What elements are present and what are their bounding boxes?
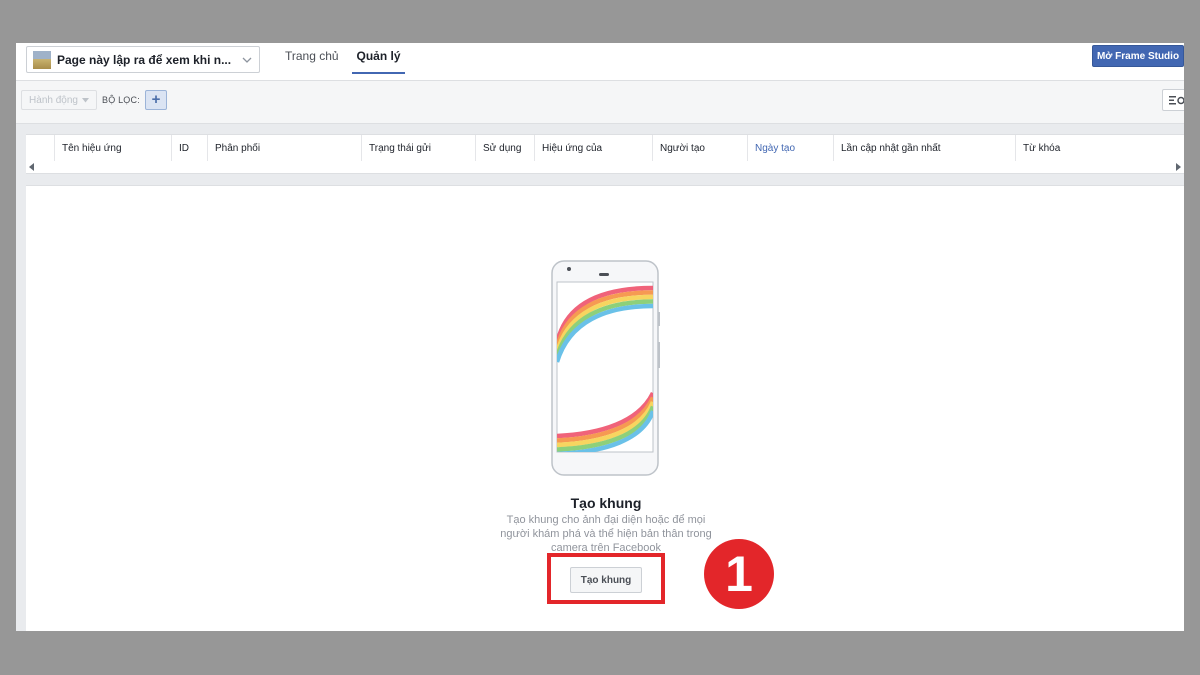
columns-settings-button[interactable] <box>1162 89 1184 111</box>
actions-dropdown[interactable]: Hành động <box>21 90 97 110</box>
empty-state-description: Tạo khung cho ảnh đại diện hoặc để mọi n… <box>500 514 712 554</box>
open-frame-studio-button[interactable]: Mở Frame Studio <box>1092 45 1184 67</box>
frame-manager-app: Page này lập ra để xem khi n... Trang ch… <box>16 43 1184 631</box>
column-header[interactable]: Từ khóa <box>1015 135 1184 161</box>
table-header: Tên hiệu ứng ID Phân phối Trạng thái gửi… <box>26 134 1184 162</box>
scroll-right-icon[interactable] <box>1174 163 1182 171</box>
filter-label: BỘ LỌC: <box>102 95 140 105</box>
settings-list-icon <box>1169 96 1184 105</box>
column-header[interactable]: Hiệu ứng của <box>534 135 652 161</box>
chevron-down-icon <box>242 57 252 63</box>
page-selector[interactable]: Page này lập ra để xem khi n... <box>26 46 260 73</box>
page-name: Page này lập ra để xem khi n... <box>57 53 232 67</box>
column-header[interactable]: Phân phối <box>207 135 361 161</box>
column-header[interactable]: Trạng thái gửi <box>361 135 475 161</box>
tab-manage[interactable]: Quản lý <box>352 49 405 74</box>
actions-label: Hành động <box>29 94 78 106</box>
top-bar: Page này lập ra để xem khi n... Trang ch… <box>16 43 1184 81</box>
step-number-badge: 1 <box>704 539 774 609</box>
add-filter-button[interactable]: + <box>145 90 167 110</box>
scroll-left-icon[interactable] <box>28 163 36 171</box>
tab-home[interactable]: Trang chủ <box>285 49 339 73</box>
column-header[interactable]: Lần cập nhật gần nhất <box>833 135 1015 161</box>
column-header[interactable]: Người tạo <box>652 135 747 161</box>
column-header-sorted[interactable]: Ngày tạo <box>747 135 833 161</box>
column-header[interactable]: Sử dụng <box>475 135 534 161</box>
horizontal-scrollbar[interactable] <box>26 161 1184 174</box>
column-header[interactable]: ID <box>171 135 207 161</box>
highlight-annotation-box <box>547 553 665 604</box>
column-header[interactable]: Tên hiệu ứng <box>54 135 171 161</box>
toolbar: Hành động BỘ LỌC: + <box>16 81 1184 124</box>
phone-frame-illustration <box>551 260 660 476</box>
page-thumbnail <box>33 51 51 69</box>
select-column <box>26 135 54 161</box>
caret-down-icon <box>81 97 89 102</box>
empty-state-title: Tạo khung <box>570 495 642 511</box>
